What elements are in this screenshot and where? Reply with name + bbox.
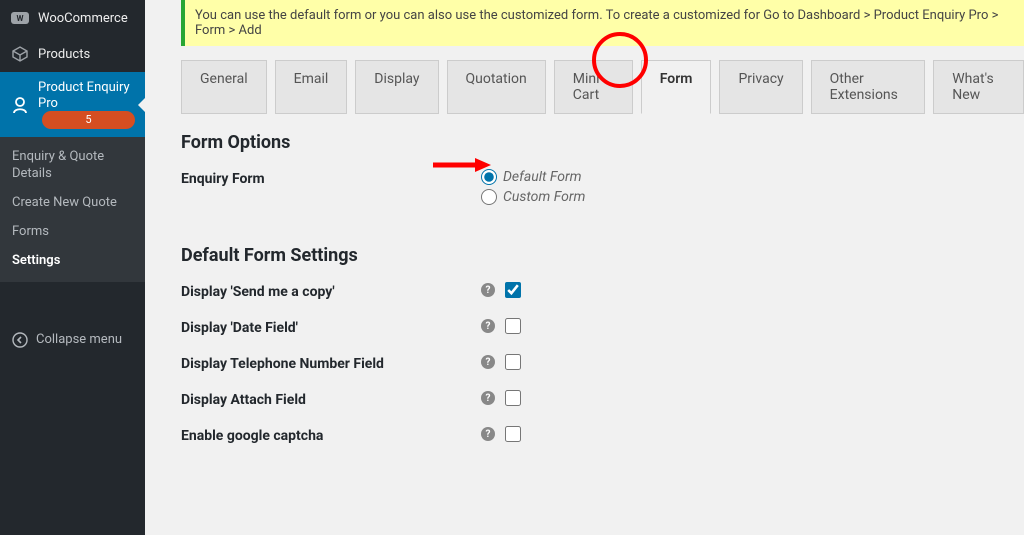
- field-label: Display 'Send me a copy': [181, 282, 481, 300]
- radio-label: Default Form: [503, 169, 582, 185]
- svg-text:W: W: [17, 14, 24, 23]
- field-enquiry-form: Enquiry Form Default Form Custom Form: [181, 169, 1024, 205]
- help-icon[interactable]: ?: [481, 319, 495, 333]
- field-attach: Display Attach Field ?: [181, 390, 1024, 408]
- field-captcha: Enable google captcha ?: [181, 426, 1024, 444]
- notification-badge: 5: [42, 111, 135, 129]
- checkbox-attach[interactable]: [505, 390, 521, 406]
- radio-default-form[interactable]: [481, 169, 497, 185]
- info-notice: You can use the default form or you can …: [181, 0, 1024, 46]
- field-label: Enable google captcha: [181, 426, 481, 444]
- help-icon[interactable]: ?: [481, 355, 495, 369]
- checkbox-captcha[interactable]: [505, 426, 521, 442]
- tab-general[interactable]: General: [181, 60, 267, 114]
- tab-mini-cart[interactable]: Mini Cart: [554, 60, 633, 114]
- tab-quotation[interactable]: Quotation: [447, 60, 546, 114]
- checkbox-telephone[interactable]: [505, 354, 521, 370]
- tab-form[interactable]: Form: [641, 60, 712, 114]
- sidebar-sub-forms[interactable]: Forms: [0, 218, 145, 247]
- field-label: Display Attach Field: [181, 390, 481, 408]
- enquiry-icon: [10, 95, 30, 115]
- tab-email[interactable]: Email: [275, 60, 348, 114]
- sidebar-item-product-enquiry-pro[interactable]: Product Enquiry Pro 5: [0, 72, 145, 137]
- sidebar-item-products[interactable]: Products: [0, 36, 145, 72]
- tab-whats-new[interactable]: What's New: [933, 60, 1024, 114]
- tab-content: Form Options Enquiry Form Default Form C…: [181, 114, 1024, 444]
- sidebar-sub-create-quote[interactable]: Create New Quote: [0, 189, 145, 218]
- section-title-form-options: Form Options: [181, 132, 1024, 153]
- checkbox-date-field[interactable]: [505, 318, 521, 334]
- main-content: You can use the default form or you can …: [145, 0, 1024, 535]
- product-icon: [10, 44, 30, 64]
- field-send-copy: Display 'Send me a copy' ?: [181, 282, 1024, 300]
- help-icon[interactable]: ?: [481, 283, 495, 297]
- collapse-label: Collapse menu: [36, 332, 122, 347]
- help-icon[interactable]: ?: [481, 391, 495, 405]
- admin-sidebar: W WooCommerce Products Product Enquiry P…: [0, 0, 145, 535]
- checkbox-send-copy[interactable]: [505, 282, 521, 298]
- field-date: Display 'Date Field' ?: [181, 318, 1024, 336]
- field-label: Display Telephone Number Field: [181, 354, 481, 372]
- help-icon[interactable]: ?: [481, 427, 495, 441]
- field-label: Enquiry Form: [181, 169, 481, 187]
- woocommerce-icon: W: [10, 8, 30, 28]
- tab-privacy[interactable]: Privacy: [719, 60, 802, 114]
- sidebar-item-label: WooCommerce: [38, 11, 128, 26]
- sidebar-submenu: Enquiry & Quote Details Create New Quote…: [0, 137, 145, 281]
- field-telephone: Display Telephone Number Field ?: [181, 354, 1024, 372]
- sidebar-sub-settings[interactable]: Settings: [0, 247, 145, 276]
- settings-tabs: General Email Display Quotation Mini Car…: [181, 60, 1024, 114]
- radio-label: Custom Form: [503, 189, 585, 205]
- sidebar-item-label: Product Enquiry Pro: [38, 80, 135, 111]
- section-title-default-form: Default Form Settings: [181, 245, 1024, 266]
- collapse-menu[interactable]: Collapse menu: [0, 322, 145, 358]
- sidebar-item-label: Products: [38, 47, 90, 62]
- field-label: Display 'Date Field': [181, 318, 481, 336]
- sidebar-sub-enquiry-details[interactable]: Enquiry & Quote Details: [0, 143, 145, 189]
- sidebar-item-woocommerce[interactable]: W WooCommerce: [0, 0, 145, 36]
- tab-other-extensions[interactable]: Other Extensions: [811, 60, 926, 114]
- collapse-icon: [10, 330, 30, 350]
- tab-display[interactable]: Display: [355, 60, 438, 114]
- radio-custom-form[interactable]: [481, 189, 497, 205]
